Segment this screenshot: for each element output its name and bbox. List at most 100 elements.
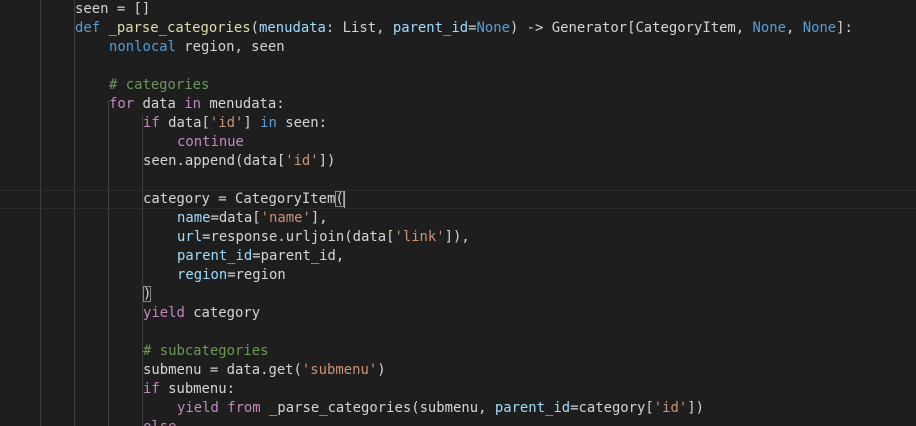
token: ( — [250, 20, 260, 36]
keyword-in: in — [260, 115, 277, 131]
code-line[interactable]: seen = [] — [0, 0, 150, 19]
token: ) — [377, 362, 386, 378]
token: (data[ — [344, 229, 395, 245]
token: ( — [293, 362, 302, 378]
kwarg: url — [177, 229, 203, 245]
code-line[interactable]: seen.append(data['id']) — [0, 152, 335, 171]
text-cursor — [343, 190, 345, 208]
token: region, seen — [175, 39, 285, 55]
keyword-nonlocal: nonlocal — [109, 39, 176, 55]
string: 'name' — [260, 210, 311, 226]
bracket-match: ( — [335, 191, 344, 207]
string: 'id' — [653, 400, 688, 416]
token: category — [184, 305, 261, 321]
token: menudata: — [201, 96, 285, 112]
code-line[interactable]: name=data['name'], — [0, 209, 328, 228]
token: ]) — [318, 153, 336, 169]
indent-guide — [40, 0, 41, 426]
code-line[interactable]: # categories — [0, 76, 209, 95]
token: , — [735, 20, 753, 36]
bracket-match: ) — [143, 286, 152, 302]
token: : — [325, 20, 343, 36]
token: ]: — [836, 20, 853, 36]
indent-guide — [74, 0, 75, 426]
method: get — [268, 362, 294, 378]
code-line[interactable]: for data in menudata: — [0, 95, 285, 114]
code-line[interactable]: # subcategories — [0, 342, 268, 361]
code-line[interactable]: def _parse_categories(menudata: List, pa… — [0, 19, 853, 38]
code-line[interactable]: yield category — [0, 304, 260, 323]
keyword-for: for — [109, 96, 135, 112]
token: data[ — [159, 115, 210, 131]
keyword-if: if — [143, 115, 160, 131]
token: (submenu, — [411, 400, 495, 416]
token: =parent_id, — [252, 248, 345, 264]
code-editor[interactable]: seen = [] def _parse_categories(menudata… — [0, 0, 916, 426]
token: , — [376, 20, 393, 36]
code-line[interactable]: else — [0, 418, 176, 426]
constant: None — [752, 20, 786, 36]
token: (data[ — [235, 153, 286, 169]
token: , — [785, 20, 803, 36]
token: seen: — [276, 115, 328, 131]
code-line[interactable]: parent_id=parent_id, — [0, 247, 344, 266]
type: CategoryItem — [635, 20, 736, 36]
code-line[interactable]: if data['id'] in seen: — [0, 114, 327, 133]
constant: None — [476, 20, 510, 36]
code-line[interactable]: region=region — [0, 266, 286, 285]
comment: # subcategories — [143, 343, 269, 359]
constant: None — [802, 20, 837, 36]
keyword-def: def — [75, 20, 101, 36]
comment: # categories — [109, 77, 210, 93]
method: append — [184, 153, 236, 169]
token: data — [134, 96, 185, 112]
code-line[interactable]: if submenu: — [0, 380, 235, 399]
kwarg: name — [177, 210, 211, 226]
function-name: _parse_categories — [108, 20, 251, 36]
string: 'id' — [209, 115, 244, 131]
class-name: CategoryItem — [235, 191, 336, 207]
code-line[interactable]: submenu = data.get('submenu') — [0, 361, 386, 380]
current-line-highlight — [0, 190, 916, 209]
token: =data[ — [210, 210, 261, 226]
kwarg: region — [177, 267, 228, 283]
token: seen — [75, 1, 109, 17]
code-line[interactable]: continue — [0, 133, 244, 152]
token: submenu: — [159, 381, 236, 397]
code-line[interactable]: category = CategoryItem( — [0, 190, 345, 209]
function-call: _parse_categories — [269, 400, 412, 416]
type: List — [342, 20, 377, 36]
keyword-in: in — [184, 96, 202, 112]
token: seen. — [143, 153, 185, 169]
code-line[interactable]: ) — [0, 285, 152, 304]
kwarg: parent_id — [494, 400, 571, 416]
keyword-from: from — [227, 400, 261, 416]
kwarg: parent_id — [177, 248, 253, 264]
string: 'submenu' — [301, 362, 378, 378]
keyword-yield: yield — [177, 400, 219, 416]
param: parent_id — [392, 20, 469, 36]
code-line[interactable]: url=response.urljoin(data['link']), — [0, 228, 470, 247]
code-line[interactable]: nonlocal region, seen — [0, 38, 285, 57]
keyword-if: if — [143, 381, 160, 397]
token: = — [468, 20, 477, 36]
string: 'link' — [394, 229, 445, 245]
token: ]) — [687, 400, 704, 416]
indent-guide — [142, 210, 143, 287]
token: ]), — [444, 229, 470, 245]
token: = [] — [108, 1, 151, 17]
keyword-yield: yield — [143, 305, 185, 321]
token: category = — [143, 191, 235, 207]
token: =response. — [202, 229, 286, 245]
indent-guide — [142, 134, 143, 153]
token: =category[ — [570, 400, 654, 416]
token: ) -> — [509, 20, 552, 36]
code-line[interactable]: yield from _parse_categories(submenu, pa… — [0, 399, 704, 418]
keyword-continue: continue — [177, 134, 244, 150]
string: 'id' — [285, 153, 319, 169]
method: urljoin — [285, 229, 345, 245]
token: ], — [310, 210, 328, 226]
token: =region — [227, 267, 286, 283]
